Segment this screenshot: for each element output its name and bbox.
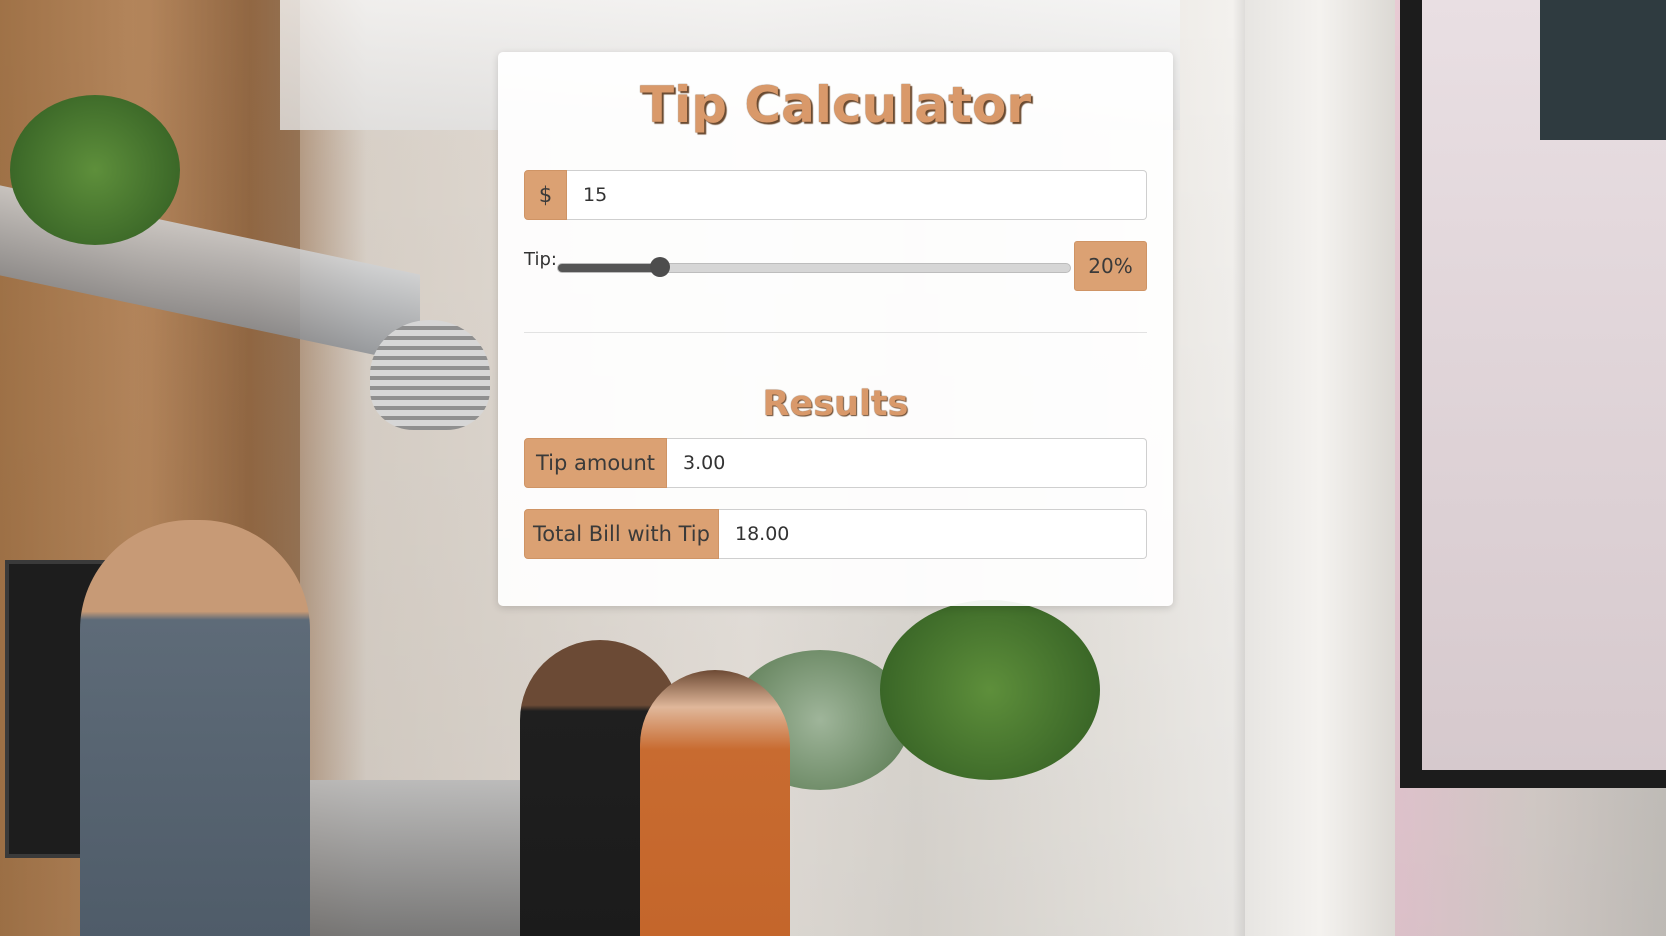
tip-slider-handle[interactable] [649, 257, 670, 277]
pendant-lamp [370, 320, 490, 430]
tip-slider-track[interactable] [557, 263, 1071, 273]
tip-amount-label: Tip amount [524, 438, 667, 488]
tip-calculator-card: Tip Calculator $ 15 Tip: 20% Results Tip… [498, 52, 1173, 606]
divider [524, 332, 1147, 333]
barista [80, 520, 310, 936]
bill-input-group: $ 15 [524, 170, 1147, 220]
plant [10, 95, 180, 245]
tip-label: Tip: [524, 249, 557, 270]
tip-amount-group: Tip amount 3.00 [524, 438, 1147, 488]
customer [640, 670, 790, 936]
total-bill-output: 18.00 [719, 509, 1147, 559]
page-title: Tip Calculator [639, 76, 1032, 134]
total-bill-group: Total Bill with Tip 18.00 [524, 509, 1147, 559]
store-sign [1540, 0, 1666, 140]
currency-addon: $ [524, 170, 567, 220]
tip-slider-fill [558, 264, 661, 272]
results-heading: Results [762, 384, 909, 424]
tip-row: Tip: 20% [524, 241, 1147, 291]
bill-amount-input[interactable]: 15 [567, 170, 1147, 220]
tip-amount-output: 3.00 [667, 438, 1147, 488]
pillar [1245, 0, 1395, 936]
plant [880, 600, 1100, 780]
total-bill-label: Total Bill with Tip [524, 509, 719, 559]
tip-percent-badge: 20% [1074, 241, 1147, 291]
